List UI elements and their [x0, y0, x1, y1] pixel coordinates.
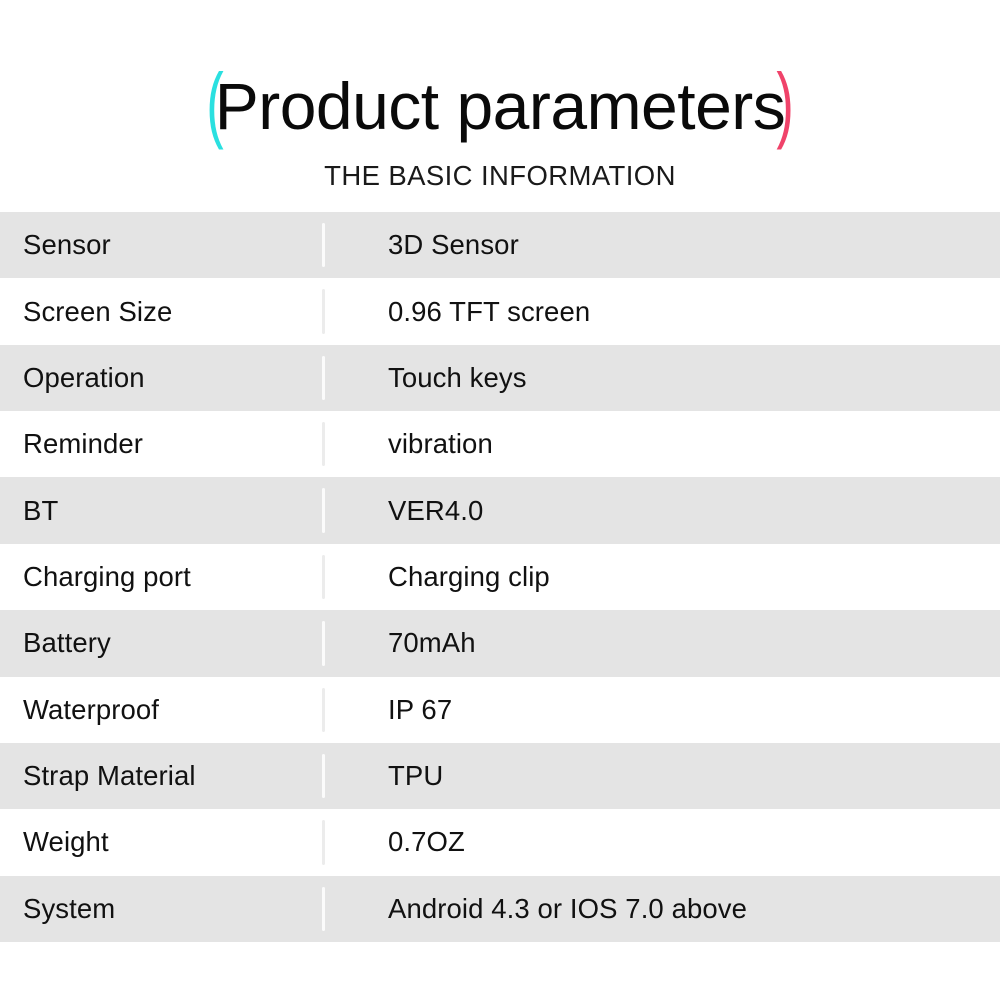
- table-row: Strap Material TPU: [0, 742, 1000, 810]
- spec-label: System: [23, 892, 116, 924]
- table-row: Weight 0.7OZ: [0, 809, 1000, 876]
- spec-label: Operation: [23, 361, 145, 393]
- column-divider: [322, 554, 325, 600]
- column-divider: [322, 289, 325, 334]
- spec-value: TPU: [388, 760, 444, 792]
- column-divider: [322, 223, 325, 268]
- column-divider: [322, 355, 325, 401]
- page-title: ( Product parameters ): [0, 56, 1000, 150]
- column-divider: [322, 422, 325, 467]
- page-subtitle: THE BASIC INFORMATION: [324, 160, 676, 191]
- spec-label: Weight: [23, 826, 109, 858]
- table-row: BT VER4.0: [0, 477, 1000, 544]
- spec-value: VER4.0: [388, 494, 484, 526]
- spec-label: Reminder: [23, 428, 144, 460]
- page-title-text: Product parameters: [214, 69, 786, 143]
- spec-value: IP 67: [388, 693, 453, 725]
- spec-value: Android 4.3 or IOS 7.0 above: [388, 892, 747, 924]
- right-bracket-decoration: ): [776, 56, 794, 150]
- table-row: Operation Touch keys: [0, 344, 1000, 412]
- product-parameters-page: ( Product parameters ) THE BASIC INFORMA…: [0, 0, 1000, 1000]
- table-row: Waterproof IP 67: [0, 676, 1000, 743]
- column-divider: [322, 753, 325, 799]
- spec-label: BT: [23, 494, 59, 526]
- spec-label: Sensor: [23, 229, 111, 261]
- table-row: Battery 70mAh: [0, 610, 1000, 677]
- spec-label: Waterproof: [23, 693, 160, 725]
- column-divider: [322, 687, 325, 732]
- column-divider: [322, 621, 325, 666]
- left-bracket-decoration: (: [206, 56, 224, 150]
- table-row: Sensor 3D Sensor: [0, 212, 1000, 279]
- spec-value: Touch keys: [388, 361, 527, 393]
- specifications-table: Sensor 3D Sensor Screen Size 0.96 TFT scree…: [0, 212, 1000, 942]
- spec-value: vibration: [388, 428, 493, 460]
- column-divider: [322, 488, 325, 533]
- spec-value: 3D Sensor: [388, 229, 519, 261]
- spec-value: 70mAh: [388, 627, 476, 659]
- page-header: ( Product parameters ) THE BASIC INFORMA…: [0, 0, 1000, 212]
- table-row: Reminder vibration: [0, 411, 1000, 478]
- spec-value: 0.96 TFT screen: [388, 295, 591, 327]
- spec-value: Charging clip: [388, 560, 550, 592]
- table-row: Screen Size 0.96 TFT screen: [0, 278, 1000, 345]
- spec-label: Charging port: [23, 560, 191, 592]
- column-divider: [322, 886, 325, 931]
- table-row: System Android 4.3 or IOS 7.0 above: [0, 875, 1000, 942]
- spec-label: Battery: [23, 627, 111, 659]
- spec-label: Strap Material: [23, 760, 196, 792]
- table-row: Charging port Charging clip: [0, 543, 1000, 611]
- spec-value: 0.7OZ: [388, 826, 465, 858]
- column-divider: [322, 820, 325, 865]
- spec-label: Screen Size: [23, 295, 173, 327]
